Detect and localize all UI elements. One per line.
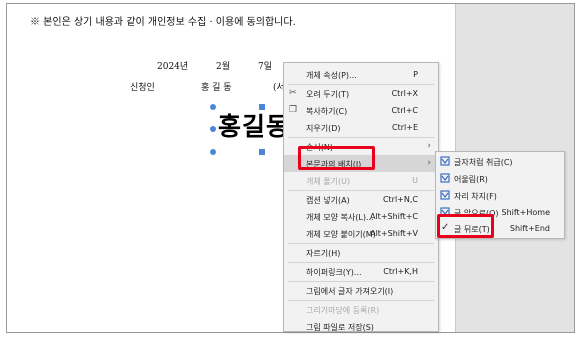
menu-item-label: 복사하기(C) [306, 107, 348, 116]
menu-item-label: 개체 모양 복사(L)... [306, 213, 374, 222]
menu-item-ungroup[interactable]: 개체 풀기(U) U [284, 172, 438, 189]
submenu-item-label: 자리 차지(F) [454, 192, 497, 201]
menu-item-shortcut: P [413, 70, 418, 79]
applicant-label: 신청인 [130, 83, 155, 93]
menu-item-shortcut: Alt+Shift+V [370, 229, 418, 238]
chevron-right-icon: › [427, 158, 431, 168]
menu-item-label: 하이퍼링크(Y)... [306, 268, 362, 277]
menu-item-shortcut: Ctrl+K,H [383, 267, 418, 276]
context-menu: 개체 속성(P)... P ✂ 오려 두기(T) Ctrl+X ❐ 복사하기(C… [283, 62, 439, 332]
submenu-item-label: 글자처럼 취급(C) [454, 158, 513, 167]
menu-item-extract-text[interactable]: 그림에서 글자 가져오기(I) [284, 282, 438, 299]
selection-handle-s[interactable] [259, 149, 265, 155]
consent-statement: ※ 본인은 상기 내용과 같이 개인정보 수집 · 이용에 동의합니다. [30, 17, 296, 28]
submenu-item-square-wrap[interactable]: 어울림(R) [436, 170, 564, 187]
menu-item-label: 그림 파일로 저장(S) [306, 323, 374, 332]
applicant-name: 홍 길 동 [201, 83, 232, 93]
selection-handle-nw[interactable] [210, 104, 216, 110]
menu-item-label: 개체 모양 붙이기(M) [306, 230, 376, 239]
submenu-item-top-bottom[interactable]: 자리 차지(F) [436, 187, 564, 204]
selection-handle-w[interactable] [210, 126, 216, 132]
menu-item-shortcut: U [412, 176, 418, 185]
submenu-item-shortcut: Shift+End [509, 224, 550, 233]
menu-item-object-properties[interactable]: 개체 속성(P)... P [284, 66, 438, 83]
menu-item-paste-format[interactable]: 개체 모양 붙이기(M) Alt+Shift+V [284, 225, 438, 242]
menu-item-shortcut: Ctrl+N,C [382, 195, 418, 204]
menu-item-label: 자르기(H) [306, 249, 341, 258]
menu-item-save-as-image[interactable]: 그림 파일로 저장(S) [284, 318, 438, 335]
scissors-icon: ✂ [289, 88, 297, 98]
menu-item-shortcut: Ctrl+C [391, 106, 418, 115]
square-wrap-icon [440, 173, 450, 183]
submenu-item-label: 어울림(R) [454, 175, 488, 184]
menu-item-insert-caption[interactable]: 캡션 넣기(A) Ctrl+N,C [284, 191, 438, 208]
date-year: 2024년 [157, 62, 189, 72]
menu-item-shortcut: Ctrl+X [391, 89, 418, 98]
menu-item-label: 그리기마당에 등록(R) [306, 306, 380, 315]
menu-item-delete[interactable]: 지우기(D) Ctrl+E [284, 119, 438, 136]
menu-item-label: 그림에서 글자 가져오기(I) [306, 287, 394, 296]
menu-item-cut[interactable]: ✂ 오려 두기(T) Ctrl+X [284, 85, 438, 102]
menu-item-label: 오려 두기(T) [306, 90, 350, 99]
highlight-box-behind-text [437, 214, 494, 238]
menu-item-crop[interactable]: 자르기(H) [284, 244, 438, 261]
highlight-box-text-wrap [298, 146, 375, 170]
menu-item-shortcut: Ctrl+E [392, 123, 418, 132]
submenu-item-shortcut: Shift+Home [501, 208, 550, 217]
menu-item-copy[interactable]: ❐ 복사하기(C) Ctrl+C [284, 102, 438, 119]
selection-handle-sw[interactable] [210, 149, 216, 155]
menu-item-label: 지우기(D) [306, 124, 341, 133]
treat-as-char-icon [440, 156, 450, 166]
signature-image[interactable]: 홍길동 [218, 107, 290, 143]
copy-icon: ❐ [289, 105, 298, 115]
chevron-right-icon: › [427, 141, 431, 151]
menu-item-copy-format[interactable]: 개체 모양 복사(L)... Alt+Shift+C [284, 208, 438, 225]
selection-handle-n[interactable] [259, 104, 265, 110]
menu-item-label: 캡션 넣기(A) [306, 196, 350, 205]
menu-item-shortcut: Alt+Shift+C [369, 212, 418, 221]
menu-item-register-drawing[interactable]: 그리기마당에 등록(R) [284, 301, 438, 318]
menu-item-label: 개체 속성(P)... [306, 71, 357, 80]
date-month: 2월 [216, 62, 231, 72]
top-bottom-wrap-icon [440, 190, 450, 200]
date-day: 7일 [258, 62, 273, 72]
menu-item-hyperlink[interactable]: 하이퍼링크(Y)... Ctrl+K,H [284, 263, 438, 280]
submenu-item-treat-as-char[interactable]: 글자처럼 취급(C) [436, 153, 564, 170]
menu-item-label: 개체 풀기(U) [306, 177, 351, 186]
